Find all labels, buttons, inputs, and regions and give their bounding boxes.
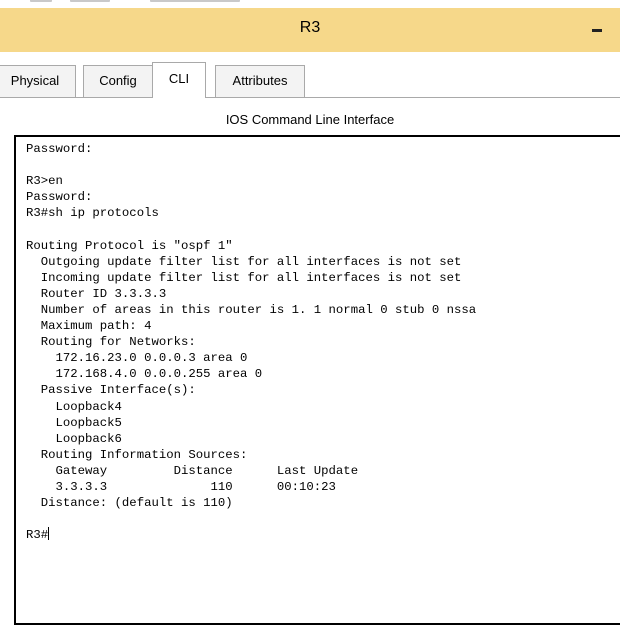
tab-strip: Physical Config CLI Attributes <box>0 52 620 98</box>
tab-cli[interactable]: CLI <box>152 62 206 98</box>
cli-terminal[interactable]: Password: R3>en Password: R3#sh ip proto… <box>14 135 620 625</box>
window-title: R3 <box>299 19 321 36</box>
window-body: Physical Config CLI Attributes IOS Comma… <box>0 52 620 625</box>
tab-physical[interactable]: Physical <box>0 65 76 97</box>
cli-heading: IOS Command Line Interface <box>225 112 395 127</box>
tab-config[interactable]: Config <box>83 65 153 97</box>
cli-output[interactable]: Password: R3>en Password: R3#sh ip proto… <box>26 141 620 543</box>
tab-strip-line <box>0 97 620 98</box>
text-cursor <box>48 527 50 541</box>
minimize-icon <box>592 29 602 32</box>
cli-prompt: R3# <box>26 528 49 543</box>
title-bar: R3 <box>0 8 620 52</box>
cli-output-text: Password: R3>en Password: R3#sh ip proto… <box>26 142 477 511</box>
minimize-button[interactable] <box>586 22 608 38</box>
cropped-window-fragment <box>0 0 620 8</box>
tab-attributes[interactable]: Attributes <box>215 65 305 97</box>
